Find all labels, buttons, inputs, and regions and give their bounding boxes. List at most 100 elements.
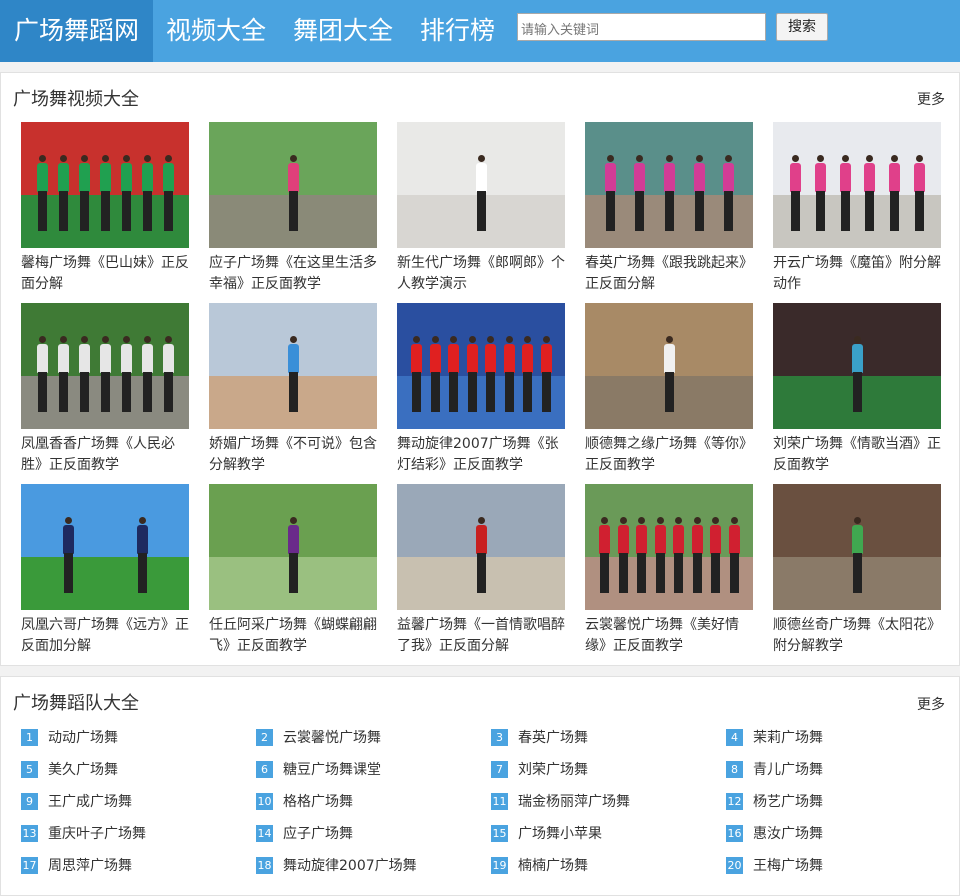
- video-caption[interactable]: 云裳馨悦广场舞《美好情缘》正反面教学: [585, 615, 753, 657]
- dancer-figure: [912, 154, 926, 233]
- team-name-link[interactable]: 春英广场舞: [518, 727, 588, 747]
- team-list-item[interactable]: 18 舞动旋律2007广场舞: [256, 856, 491, 874]
- team-list-item[interactable]: 16 惠汝广场舞: [726, 824, 960, 842]
- nav-dance-teams[interactable]: 舞团大全: [293, 0, 393, 62]
- video-card[interactable]: 娇媚广场舞《不可说》包含分解教学: [209, 303, 377, 484]
- team-name-link[interactable]: 惠汝广场舞: [753, 823, 823, 843]
- video-more-link[interactable]: 更多: [917, 89, 945, 109]
- team-name-link[interactable]: 杨艺广场舞: [753, 791, 823, 811]
- team-list-item[interactable]: 15 广场舞小苹果: [491, 824, 726, 842]
- team-name-link[interactable]: 王梅广场舞: [753, 855, 823, 875]
- team-name-link[interactable]: 动动广场舞: [48, 727, 118, 747]
- teams-more-link[interactable]: 更多: [917, 694, 945, 714]
- team-list-item[interactable]: 14 应子广场舞: [256, 824, 491, 842]
- team-name-link[interactable]: 云裳馨悦广场舞: [283, 727, 381, 747]
- team-name-link[interactable]: 格格广场舞: [283, 791, 353, 811]
- team-list-item[interactable]: 20 王梅广场舞: [726, 856, 960, 874]
- video-card[interactable]: 顺德舞之缘广场舞《等你》正反面教学: [585, 303, 753, 484]
- video-caption[interactable]: 馨梅广场舞《巴山妹》正反面分解: [21, 253, 189, 295]
- video-thumbnail[interactable]: [585, 122, 753, 248]
- team-list-item[interactable]: 2 云裳馨悦广场舞: [256, 728, 491, 746]
- team-list-item[interactable]: 11 瑞金杨丽萍广场舞: [491, 792, 726, 810]
- video-thumbnail[interactable]: [773, 484, 941, 610]
- video-thumbnail[interactable]: [397, 484, 565, 610]
- video-caption[interactable]: 娇媚广场舞《不可说》包含分解教学: [209, 434, 377, 476]
- video-thumbnail[interactable]: [397, 122, 565, 248]
- search-input[interactable]: [517, 13, 766, 41]
- team-name-link[interactable]: 美久广场舞: [48, 759, 118, 779]
- team-name-link[interactable]: 刘荣广场舞: [518, 759, 588, 779]
- video-card[interactable]: 春英广场舞《跟我跳起来》正反面分解: [585, 122, 753, 303]
- video-caption[interactable]: 春英广场舞《跟我跳起来》正反面分解: [585, 253, 753, 295]
- video-thumbnail[interactable]: [209, 303, 377, 429]
- video-card[interactable]: 云裳馨悦广场舞《美好情缘》正反面教学: [585, 484, 753, 665]
- nav-rankings[interactable]: 排行榜: [420, 0, 495, 62]
- dancer-figure: [850, 516, 864, 595]
- dancer-figures: [21, 516, 189, 595]
- team-list-item[interactable]: 17 周思萍广场舞: [21, 856, 256, 874]
- video-caption[interactable]: 顺德舞之缘广场舞《等你》正反面教学: [585, 434, 753, 476]
- video-card[interactable]: 顺德丝奇广场舞《太阳花》附分解教学: [773, 484, 941, 665]
- team-name-link[interactable]: 重庆叶子广场舞: [48, 823, 146, 843]
- video-card[interactable]: 任丘阿采广场舞《蝴蝶翩翩飞》正反面教学: [209, 484, 377, 665]
- dancer-figure: [520, 335, 534, 414]
- team-name-link[interactable]: 瑞金杨丽萍广场舞: [518, 791, 630, 811]
- video-card[interactable]: 馨梅广场舞《巴山妹》正反面分解: [21, 122, 189, 303]
- team-name-link[interactable]: 广场舞小苹果: [518, 823, 602, 843]
- team-list-item[interactable]: 8 青儿广场舞: [726, 760, 960, 778]
- video-card[interactable]: 凤凰六哥广场舞《远方》正反面加分解: [21, 484, 189, 665]
- video-thumbnail[interactable]: [585, 303, 753, 429]
- team-name-link[interactable]: 茉莉广场舞: [753, 727, 823, 747]
- team-list-item[interactable]: 5 美久广场舞: [21, 760, 256, 778]
- video-caption[interactable]: 顺德丝奇广场舞《太阳花》附分解教学: [773, 615, 941, 657]
- video-card[interactable]: 新生代广场舞《郎啊郎》个人教学演示: [397, 122, 565, 303]
- team-list-item[interactable]: 3 春英广场舞: [491, 728, 726, 746]
- video-thumbnail[interactable]: [209, 484, 377, 610]
- team-list-item[interactable]: 9 王广成广场舞: [21, 792, 256, 810]
- video-card[interactable]: 开云广场舞《魔笛》附分解动作: [773, 122, 941, 303]
- dancer-figure: [788, 154, 802, 233]
- team-name-link[interactable]: 周思萍广场舞: [48, 855, 132, 875]
- team-name-link[interactable]: 应子广场舞: [283, 823, 353, 843]
- video-thumbnail[interactable]: [21, 303, 189, 429]
- video-thumbnail[interactable]: [209, 122, 377, 248]
- team-list-item[interactable]: 13 重庆叶子广场舞: [21, 824, 256, 842]
- video-card[interactable]: 舞动旋律2007广场舞《张灯结彩》正反面教学: [397, 303, 565, 484]
- video-thumbnail[interactable]: [21, 484, 189, 610]
- team-list: 1 动动广场舞 2 云裳馨悦广场舞 3 春英广场舞 4 茉莉广场舞 5 美久广场舞 6 糖豆广场舞课堂…: [21, 728, 951, 874]
- team-list-item[interactable]: 19 楠楠广场舞: [491, 856, 726, 874]
- team-name-link[interactable]: 舞动旋律2007广场舞: [283, 855, 417, 875]
- team-name-link[interactable]: 糖豆广场舞课堂: [283, 759, 381, 779]
- video-caption[interactable]: 凤凰六哥广场舞《远方》正反面加分解: [21, 615, 189, 657]
- video-card[interactable]: 益馨广场舞《一首情歌唱醉了我》正反面分解: [397, 484, 565, 665]
- video-thumbnail[interactable]: [773, 303, 941, 429]
- video-thumbnail[interactable]: [773, 122, 941, 248]
- video-thumbnail[interactable]: [397, 303, 565, 429]
- video-thumbnail[interactable]: [21, 122, 189, 248]
- video-caption[interactable]: 益馨广场舞《一首情歌唱醉了我》正反面分解: [397, 615, 565, 657]
- video-card[interactable]: 刘荣广场舞《情歌当酒》正反面教学: [773, 303, 941, 484]
- site-logo-link[interactable]: 广场舞蹈网: [0, 0, 153, 62]
- video-caption[interactable]: 任丘阿采广场舞《蝴蝶翩翩飞》正反面教学: [209, 615, 377, 657]
- team-rank-badge: 15: [491, 824, 508, 842]
- video-caption[interactable]: 刘荣广场舞《情歌当酒》正反面教学: [773, 434, 941, 476]
- team-list-item[interactable]: 6 糖豆广场舞课堂: [256, 760, 491, 778]
- team-name-link[interactable]: 楠楠广场舞: [518, 855, 588, 875]
- video-card[interactable]: 凤凰香香广场舞《人民必胜》正反面教学: [21, 303, 189, 484]
- team-name-link[interactable]: 青儿广场舞: [753, 759, 823, 779]
- video-caption[interactable]: 舞动旋律2007广场舞《张灯结彩》正反面教学: [397, 434, 565, 476]
- search-button[interactable]: 搜索: [776, 13, 828, 41]
- video-caption[interactable]: 新生代广场舞《郎啊郎》个人教学演示: [397, 253, 565, 295]
- team-list-item[interactable]: 4 茉莉广场舞: [726, 728, 960, 746]
- team-name-link[interactable]: 王广成广场舞: [48, 791, 132, 811]
- team-list-item[interactable]: 1 动动广场舞: [21, 728, 256, 746]
- video-caption[interactable]: 凤凰香香广场舞《人民必胜》正反面教学: [21, 434, 189, 476]
- team-list-item[interactable]: 7 刘荣广场舞: [491, 760, 726, 778]
- nav-video-collection[interactable]: 视频大全: [166, 0, 266, 62]
- team-list-item[interactable]: 12 杨艺广场舞: [726, 792, 960, 810]
- video-caption[interactable]: 开云广场舞《魔笛》附分解动作: [773, 253, 941, 295]
- team-list-item[interactable]: 10 格格广场舞: [256, 792, 491, 810]
- video-card[interactable]: 应子广场舞《在这里生活多幸福》正反面教学: [209, 122, 377, 303]
- video-caption[interactable]: 应子广场舞《在这里生活多幸福》正反面教学: [209, 253, 377, 295]
- video-thumbnail[interactable]: [585, 484, 753, 610]
